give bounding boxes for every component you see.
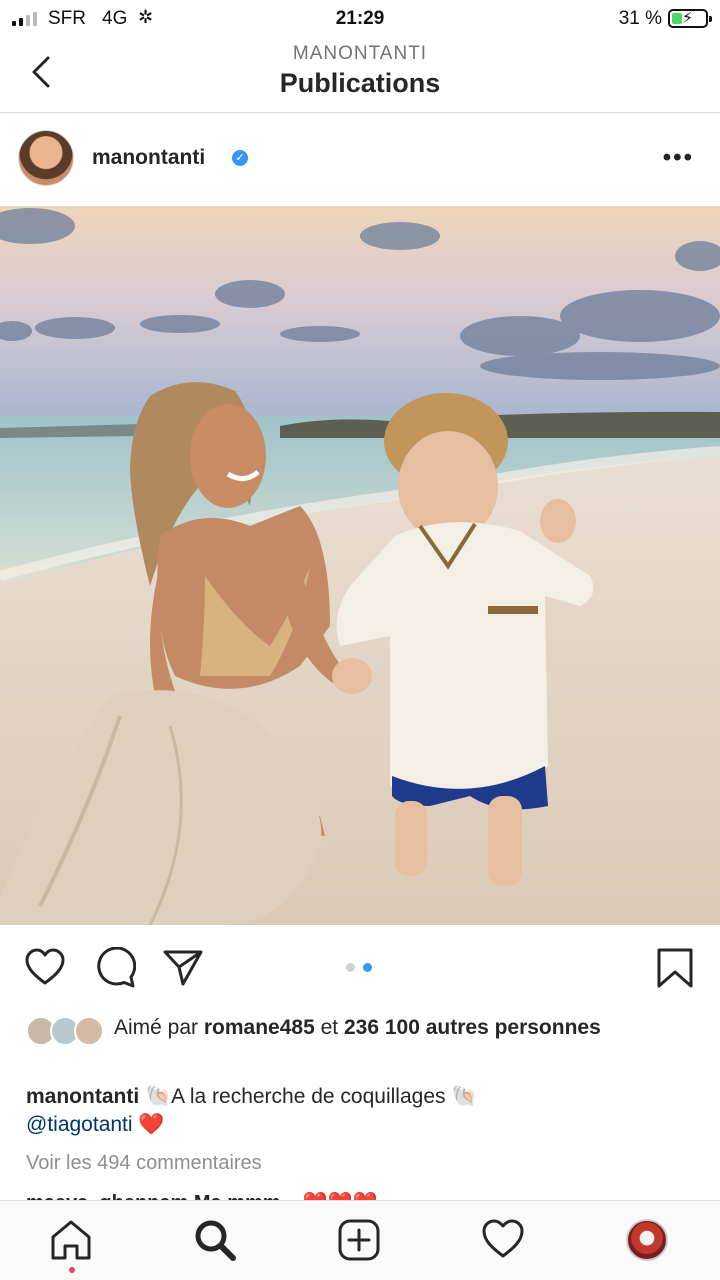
battery-percentage: 31 % (618, 8, 662, 29)
tab-profile[interactable] (626, 1219, 668, 1261)
network-type: 4G (102, 8, 128, 29)
chevron-left-icon (32, 56, 50, 88)
tab-search[interactable] (192, 1217, 238, 1263)
tab-new-post[interactable] (336, 1217, 382, 1263)
heart-icon (25, 948, 65, 985)
bookmark-icon (657, 948, 693, 988)
caption-mention[interactable]: @tiagotanti (26, 1113, 133, 1136)
paper-plane-icon (163, 950, 203, 986)
likes-conjunction: et (314, 1016, 344, 1039)
carrier-name: SFR (48, 8, 86, 29)
likes-prefix: Aimé par (114, 1016, 204, 1039)
home-icon (51, 1220, 91, 1260)
post-photo[interactable] (0, 206, 720, 925)
tab-activity[interactable] (480, 1217, 526, 1263)
activity-heart-icon (482, 1219, 524, 1258)
bottom-tab-bar (0, 1200, 720, 1280)
comment-preview[interactable]: maeva_ghennam Ma mmm... ❤️❤️❤️ (26, 1190, 696, 1200)
back-button[interactable] (26, 52, 60, 92)
likes-count[interactable]: 236 100 autres personnes (344, 1016, 601, 1039)
carousel-indicator (346, 963, 372, 972)
signal-strength-icon (12, 10, 37, 26)
comment-bubble-icon (97, 946, 137, 988)
caption-text: 🐚A la recherche de coquillages 🐚 (139, 1085, 478, 1108)
liker-avatar (74, 1016, 104, 1046)
like-button[interactable] (24, 947, 66, 989)
post-action-bar (0, 925, 720, 1010)
liker-username[interactable]: romane485 (204, 1016, 315, 1039)
account-name: MANONTANTI (292, 43, 428, 64)
likes-text: Aimé par romane485 et 236 100 autres per… (114, 1014, 674, 1042)
beach-photo-illustration (0, 206, 720, 925)
status-bar: SFR 4G ✲ 21:29 31 % ⚡ (0, 0, 720, 38)
liker-avatars (26, 1016, 106, 1046)
caption-username[interactable]: manontanti (26, 1085, 139, 1108)
verified-badge-icon: ✓ (232, 150, 248, 166)
search-icon (195, 1220, 236, 1261)
notification-dot (69, 1267, 75, 1273)
author-avatar[interactable] (18, 130, 74, 186)
tab-home[interactable] (48, 1217, 94, 1263)
activity-spinner-icon: ✲ (138, 7, 154, 27)
page-title: Publications (279, 68, 441, 98)
more-options-button[interactable]: ••• (663, 144, 694, 172)
battery-fill (672, 13, 682, 24)
author-username[interactable]: manontanti (92, 146, 205, 170)
charging-bolt-icon: ⚡ (682, 10, 694, 27)
likes-summary[interactable]: Aimé par romane485 et 236 100 autres per… (26, 1012, 706, 1072)
share-button[interactable] (162, 947, 204, 989)
battery-icon: ⚡ (668, 9, 712, 28)
save-button[interactable] (654, 947, 696, 989)
add-post-icon (338, 1219, 380, 1261)
post-header: manontanti ✓ ••• (0, 114, 720, 206)
view-comments-link[interactable]: Voir les 494 commentaires (26, 1152, 262, 1175)
post-caption: manontanti 🐚A la recherche de coquillage… (26, 1083, 686, 1139)
carousel-dot (346, 963, 355, 972)
comment-button[interactable] (94, 946, 137, 989)
carousel-dot-active (363, 963, 372, 972)
navigation-header: MANONTANTI Publications (0, 38, 720, 113)
caption-emoji: ❤️ (132, 1113, 165, 1136)
